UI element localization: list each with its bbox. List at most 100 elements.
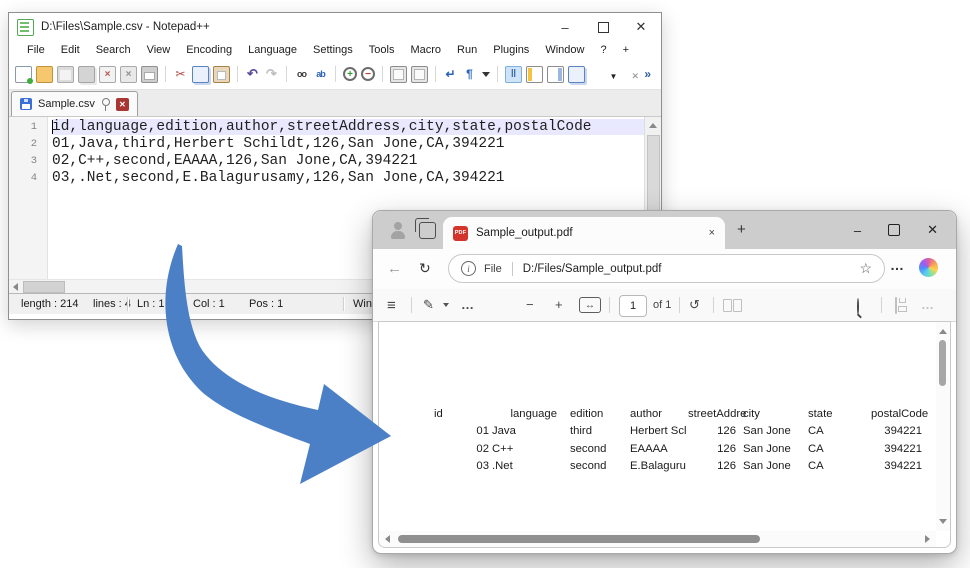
menu-item-2[interactable]: Search: [88, 44, 139, 56]
toolbar-chevron-down-icon[interactable]: ▼: [610, 72, 618, 81]
zoom-out-icon[interactable]: [361, 67, 375, 81]
menu-item-1[interactable]: Edit: [53, 44, 88, 56]
save-icon[interactable]: [895, 297, 897, 314]
find-icon[interactable]: [294, 67, 309, 82]
pdf-cell: third: [570, 423, 630, 440]
cut-icon[interactable]: [173, 67, 188, 82]
npp-toolbar-controls: ▼ ✕: [610, 71, 639, 82]
menu-item-4[interactable]: Encoding: [178, 44, 240, 56]
word-wrap-icon[interactable]: [443, 67, 458, 82]
annotate-more-icon[interactable]: …: [461, 297, 474, 312]
pdf-page[interactable]: idlanguageeditionauthorstreetAddrecityst…: [378, 321, 951, 548]
menu-item-9[interactable]: Run: [449, 44, 485, 56]
tab-sample-csv[interactable]: Sample.csv ✕: [11, 91, 138, 116]
open-folder-icon[interactable]: [36, 66, 53, 83]
indent-guide-icon[interactable]: [505, 66, 522, 83]
address-url[interactable]: D:/Files/Sample_output.pdf: [523, 263, 854, 275]
edge-close-button[interactable]: ✕: [927, 222, 938, 238]
edge-minimize-button[interactable]: –: [854, 223, 861, 238]
favorites-star-icon[interactable]: ☆: [859, 260, 872, 277]
pin-icon[interactable]: [101, 98, 110, 111]
new-file-icon[interactable]: [15, 66, 32, 83]
rotate-icon[interactable]: ↺: [689, 297, 700, 313]
sync-scroll-v-icon[interactable]: [390, 66, 407, 83]
document-list-icon[interactable]: [568, 66, 585, 83]
toolbar-overflow-icon[interactable]: »: [644, 67, 651, 81]
edge-window: PDF Sample_output.pdf × + – ✕ ← ↻ i File…: [372, 210, 957, 554]
save-icon[interactable]: [57, 66, 74, 83]
editor-line-1: 1id,language,edition,author,streetAddres…: [9, 119, 645, 136]
toolbar-close-icon[interactable]: ✕: [631, 71, 639, 82]
workspaces-icon[interactable]: [419, 222, 436, 239]
zoom-in-icon[interactable]: [343, 67, 357, 81]
npp-titlebar[interactable]: D:\Files\Sample.csv - Notepad++ – ✕: [9, 13, 661, 41]
menu-item-12[interactable]: ?: [592, 44, 614, 56]
edge-maximize-button[interactable]: [888, 224, 900, 236]
zoom-out-icon[interactable]: −: [526, 297, 534, 312]
refresh-icon[interactable]: ↻: [419, 260, 431, 277]
redo-icon[interactable]: [264, 67, 279, 82]
fit-to-width-icon[interactable]: ↔: [579, 297, 601, 313]
zoom-in-icon[interactable]: +: [555, 297, 563, 312]
npp-maximize-button[interactable]: [598, 22, 609, 33]
scroll-up-icon[interactable]: [939, 329, 947, 334]
draw-caret-icon[interactable]: [443, 303, 449, 307]
sync-scroll-h-icon[interactable]: [411, 66, 428, 83]
npp-minimize-button[interactable]: –: [559, 21, 571, 33]
function-list-icon[interactable]: [526, 66, 543, 83]
new-tab-button[interactable]: +: [737, 221, 746, 238]
close-icon[interactable]: [99, 66, 116, 83]
replace-icon[interactable]: [313, 67, 328, 82]
back-icon[interactable]: ←: [387, 260, 402, 277]
pdf-more-icon[interactable]: …: [921, 297, 934, 312]
scroll-left-icon[interactable]: [385, 535, 390, 543]
page-count-label: of 1: [653, 299, 671, 311]
menu-item-11[interactable]: Window: [537, 44, 592, 56]
npp-close-button[interactable]: ✕: [635, 21, 647, 33]
paste-icon[interactable]: [213, 66, 230, 83]
table-of-contents-icon[interactable]: ≡: [387, 297, 396, 314]
menu-item-5[interactable]: Language: [240, 44, 305, 56]
address-bar[interactable]: i File D:/Files/Sample_output.pdf ☆: [448, 254, 885, 283]
close-all-icon[interactable]: [120, 66, 137, 83]
show-symbols-icon[interactable]: [462, 67, 477, 82]
toolbar-separator: [335, 66, 336, 82]
undo-icon[interactable]: [245, 67, 260, 82]
toolbar-separator: [713, 297, 714, 313]
browser-more-icon[interactable]: …: [890, 257, 904, 273]
scroll-down-icon[interactable]: [939, 519, 947, 524]
pdf-vscroll-thumb[interactable]: [939, 340, 946, 386]
document-map-icon[interactable]: [547, 66, 564, 83]
menu-item-13[interactable]: +: [615, 44, 637, 56]
site-info-icon[interactable]: i: [461, 261, 476, 276]
dropdown-icon[interactable]: [481, 67, 490, 82]
scroll-left-icon[interactable]: [13, 283, 18, 291]
menu-item-3[interactable]: View: [139, 44, 179, 56]
search-icon[interactable]: [857, 298, 859, 315]
menu-item-10[interactable]: Plugins: [485, 44, 537, 56]
save-all-icon[interactable]: [78, 66, 95, 83]
line-text: id,language,edition,author,streetAddress…: [52, 119, 645, 135]
hscroll-thumb[interactable]: [23, 281, 65, 293]
copy-icon[interactable]: [192, 66, 209, 83]
tab-close-button[interactable]: ✕: [116, 98, 129, 111]
page-number-input[interactable]: 1: [619, 295, 647, 317]
pdf-horizontal-scrollbar[interactable]: [379, 531, 936, 547]
tab-close-icon[interactable]: ×: [709, 227, 715, 239]
draw-pen-icon[interactable]: ✎: [423, 297, 434, 313]
menu-item-0[interactable]: File: [19, 44, 53, 56]
pdf-vertical-scrollbar[interactable]: [936, 322, 950, 531]
toolbar-separator: [497, 66, 498, 82]
menu-item-8[interactable]: Macro: [402, 44, 449, 56]
scroll-right-icon[interactable]: [925, 535, 930, 543]
print-icon[interactable]: [141, 66, 158, 83]
tab-sample-output-pdf[interactable]: PDF Sample_output.pdf ×: [443, 217, 725, 249]
copilot-icon[interactable]: [919, 258, 938, 277]
menu-item-6[interactable]: Settings: [305, 44, 361, 56]
menu-item-7[interactable]: Tools: [361, 44, 403, 56]
status-column: Col : 1: [193, 298, 225, 310]
scroll-up-icon[interactable]: [649, 123, 657, 128]
pdf-hscroll-thumb[interactable]: [398, 535, 760, 543]
pdf-cell: EAAAA: [630, 441, 688, 458]
profile-avatar-icon[interactable]: [389, 221, 407, 239]
